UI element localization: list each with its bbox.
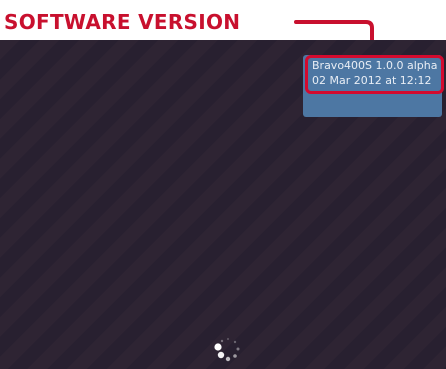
version-date: 02 Mar 2012 at 12:12 [312,74,432,87]
annotation-title: SOFTWARE VERSION [4,10,241,34]
version-name: Bravo400S 1.0.0 alpha [312,59,438,72]
version-info-panel: Bravo400S 1.0.0 alpha 02 Mar 2012 at 12:… [303,55,444,117]
version-text: Bravo400S 1.0.0 alpha 02 Mar 2012 at 12:… [312,58,438,88]
device-screen: Bravo400S 1.0.0 alpha 02 Mar 2012 at 12:… [0,40,446,369]
loading-spinner-icon [214,337,240,362]
annotated-screenshot: SOFTWARE VERSION Bravo400S 1.0.0 alpha 0… [0,0,446,369]
